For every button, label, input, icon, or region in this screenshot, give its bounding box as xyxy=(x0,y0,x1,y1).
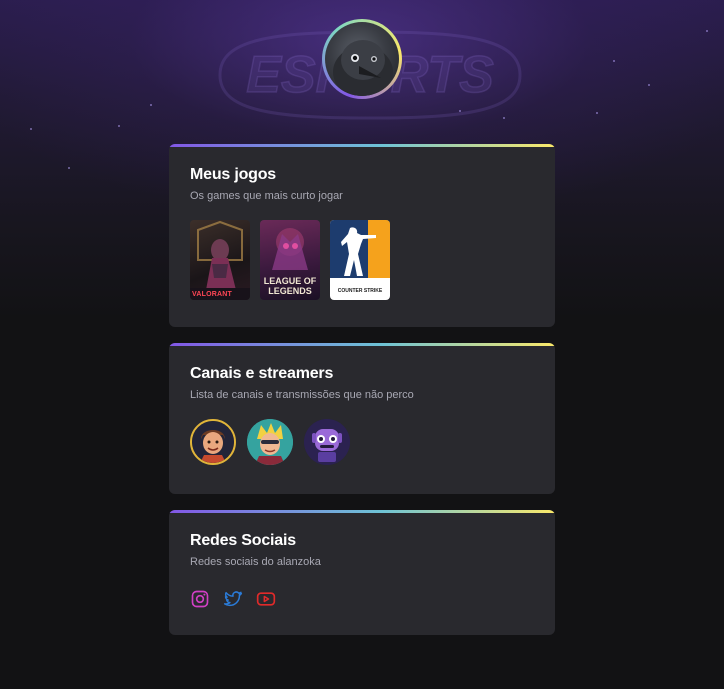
streamers-card-title: Canais e streamers xyxy=(190,365,334,382)
star xyxy=(118,125,120,127)
social-links xyxy=(190,589,534,609)
streamers-list xyxy=(190,419,534,465)
streamers-card: Canais e streamers Lista de canais e tra… xyxy=(169,343,555,494)
star xyxy=(30,128,32,130)
star xyxy=(68,167,70,169)
star xyxy=(648,84,650,86)
games-card-title: Meus jogos xyxy=(190,166,277,183)
streamer-avatar-3-icon[interactable] xyxy=(304,419,350,465)
streamer-avatar-2-icon[interactable] xyxy=(247,419,293,465)
star xyxy=(706,30,708,32)
games-list: VALORANT LEAGUE OF LEGENDS COUNTER STRIK… xyxy=(190,220,534,300)
star xyxy=(503,117,505,119)
counter-strike-title: COUNTER STRIKE xyxy=(337,288,383,294)
valorant-cover-icon[interactable]: VALORANT xyxy=(190,220,250,300)
star xyxy=(459,110,461,112)
social-card-title: Redes Sociais xyxy=(190,532,296,549)
twitter-icon[interactable] xyxy=(223,589,243,609)
star xyxy=(613,60,615,62)
league-of-legends-title: LEAGUE OF LEGENDS xyxy=(263,276,317,296)
social-card-subtitle: Redes sociais do alanzoka xyxy=(190,556,321,568)
games-card-subtitle: Os games que mais curto jogar xyxy=(190,190,343,202)
crow-avatar-icon xyxy=(325,22,399,96)
league-of-legends-cover-icon[interactable]: LEAGUE OF LEGENDS xyxy=(260,220,320,300)
streamer-avatar-1-icon[interactable] xyxy=(190,419,236,465)
profile-avatar xyxy=(322,19,402,99)
youtube-icon[interactable] xyxy=(256,589,276,609)
games-card: Meus jogos Os games que mais curto jogar… xyxy=(169,144,555,327)
instagram-icon[interactable] xyxy=(190,589,210,609)
social-card: Redes Sociais Redes sociais do alanzoka xyxy=(169,510,555,635)
counter-strike-cover-icon[interactable]: COUNTER STRIKE xyxy=(330,220,390,300)
streamers-card-subtitle: Lista de canais e transmissões que não p… xyxy=(190,389,414,401)
valorant-title: VALORANT xyxy=(192,291,232,298)
star xyxy=(596,112,598,114)
star xyxy=(150,104,152,106)
